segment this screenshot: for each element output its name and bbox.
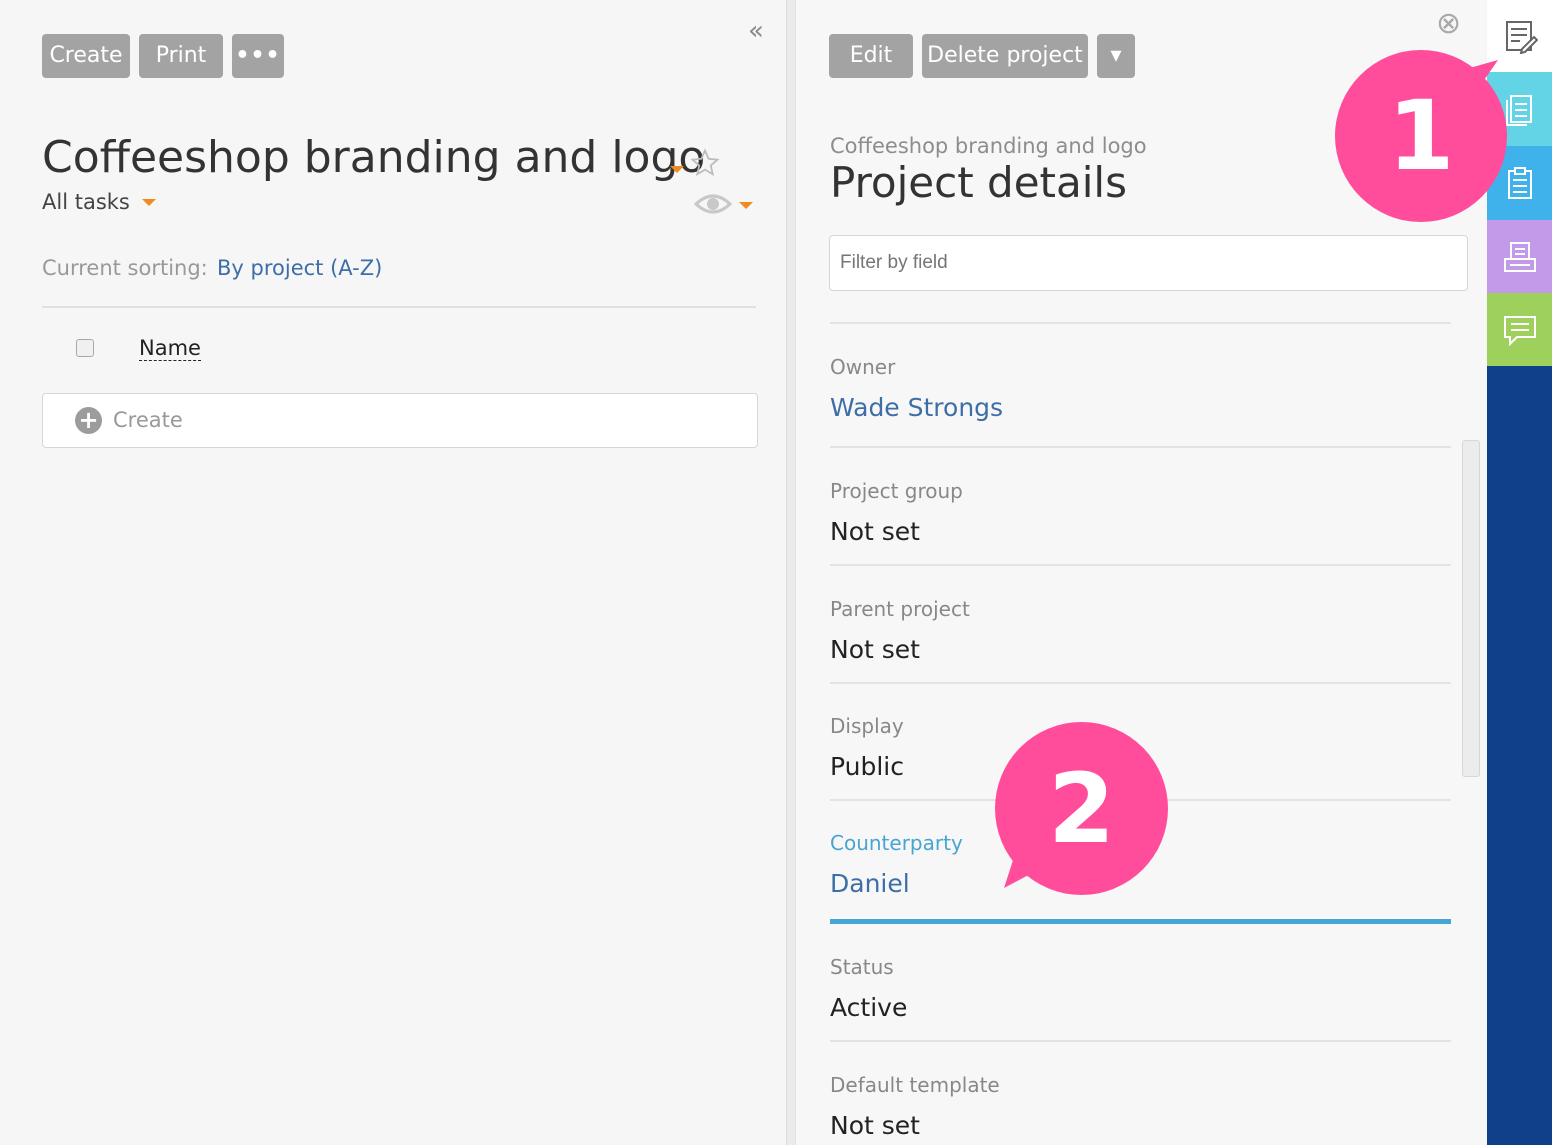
column-header-name[interactable]: Name xyxy=(139,336,201,361)
create-task-row[interactable]: + Create xyxy=(42,393,758,448)
delete-project-button[interactable]: Delete project xyxy=(922,34,1088,78)
close-icon[interactable]: ⊗ xyxy=(1436,6,1461,41)
collapse-panel-icon[interactable]: « xyxy=(748,16,764,46)
field-label-parent-project: Parent project xyxy=(830,597,970,621)
callout-badge-2: 2 xyxy=(995,722,1168,895)
sorting-label: Current sorting: xyxy=(42,256,208,280)
details-subtitle: Coffeeshop branding and logo xyxy=(830,134,1147,158)
callout-badge-1: 1 xyxy=(1335,50,1507,222)
filter-by-field-input[interactable] xyxy=(829,235,1468,291)
page-title: Coffeeshop branding and logo xyxy=(42,132,706,183)
list-header-divider xyxy=(42,306,756,308)
more-button[interactable]: ••• xyxy=(232,34,284,78)
title-dropdown-icon[interactable] xyxy=(670,166,684,173)
task-list-pane: Create Print ••• « Coffeeshop branding a… xyxy=(0,0,786,1145)
edit-button[interactable]: Edit xyxy=(829,34,913,78)
eye-icon[interactable] xyxy=(694,190,732,218)
field-divider xyxy=(830,682,1451,684)
field-value-project-group[interactable]: Not set xyxy=(830,517,920,546)
field-divider xyxy=(830,322,1451,324)
field-value-status[interactable]: Active xyxy=(830,993,907,1022)
field-value-parent-project[interactable]: Not set xyxy=(830,635,920,664)
field-value-default-template[interactable]: Not set xyxy=(830,1111,920,1140)
clipboard-icon xyxy=(1507,167,1532,199)
field-label-owner: Owner xyxy=(830,355,896,379)
print-button[interactable]: Print xyxy=(139,34,223,78)
field-divider xyxy=(830,446,1451,448)
field-label-counterparty: Counterparty xyxy=(830,831,963,855)
rail-tab-comments[interactable] xyxy=(1487,293,1552,366)
field-divider xyxy=(830,564,1451,566)
details-scrollbar-thumb[interactable] xyxy=(1462,440,1480,777)
view-dropdown-icon[interactable] xyxy=(739,202,753,209)
filter-dropdown-icon[interactable] xyxy=(142,199,156,206)
rail-tab-printer[interactable] xyxy=(1487,220,1552,293)
printer-icon xyxy=(1503,241,1536,272)
star-icon[interactable] xyxy=(690,148,720,178)
field-label-status: Status xyxy=(830,955,894,979)
field-value-counterparty-link[interactable]: Daniel xyxy=(830,869,910,898)
field-label-default-template: Default template xyxy=(830,1073,1000,1097)
filter-label[interactable]: All tasks xyxy=(42,190,130,214)
active-field-underline xyxy=(830,919,1451,924)
select-all-checkbox[interactable] xyxy=(76,339,94,357)
create-button[interactable]: Create xyxy=(42,34,130,78)
field-value-owner-link[interactable]: Wade Strongs xyxy=(830,393,1003,422)
field-label-project-group: Project group xyxy=(830,479,963,503)
documents-icon xyxy=(1505,95,1532,126)
details-title: Project details xyxy=(830,158,1127,207)
create-row-label: Create xyxy=(113,408,183,432)
plus-circle-icon: + xyxy=(75,407,102,434)
sorting-value-link[interactable]: By project (A-Z) xyxy=(217,256,382,280)
comment-icon xyxy=(1503,315,1536,346)
field-label-display: Display xyxy=(830,714,904,738)
more-actions-dropdown[interactable]: ▾ xyxy=(1097,34,1135,78)
pane-splitter[interactable] xyxy=(786,0,796,1145)
field-divider xyxy=(830,1040,1451,1042)
field-value-display[interactable]: Public xyxy=(830,752,904,781)
edit-document-icon xyxy=(1505,21,1538,54)
